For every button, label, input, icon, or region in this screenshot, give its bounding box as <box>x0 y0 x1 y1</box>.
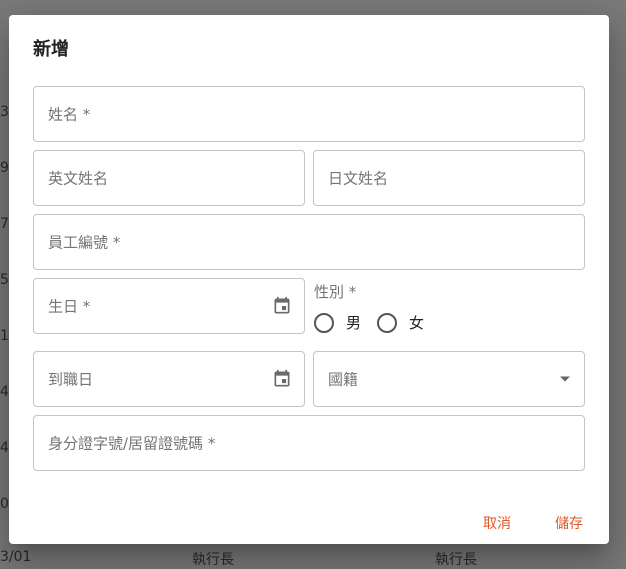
dialog-title: 新增 <box>33 39 69 60</box>
english-name-field[interactable]: 英文姓名 <box>33 150 305 206</box>
name-field[interactable]: 姓名 * <box>33 86 585 142</box>
hire-date-field-label: 到職日 <box>48 370 94 389</box>
radio-male[interactable] <box>314 312 334 333</box>
gender-option-female[interactable]: 女 <box>377 312 424 333</box>
table-cell-title: 執行長 <box>435 552 477 568</box>
gender-option-male-label: 男 <box>346 314 362 332</box>
gender-label: 性別 * <box>314 283 357 301</box>
japanese-name-field[interactable]: 日文姓名 <box>313 150 585 206</box>
table-cell-title: 執行長 <box>192 552 234 568</box>
id-number-field[interactable]: 身分證字號/居留證號碼 * <box>33 415 585 471</box>
gender-option-female-label: 女 <box>409 314 425 332</box>
id-number-field-label: 身分證字號/居留證號碼 * <box>48 434 216 453</box>
nationality-select[interactable]: 國籍 <box>313 351 585 407</box>
radio-female[interactable] <box>377 312 397 333</box>
calendar-icon[interactable] <box>272 369 292 389</box>
english-name-field-label: 英文姓名 <box>48 169 109 188</box>
gender-option-male[interactable]: 男 <box>314 312 361 333</box>
employee-id-field[interactable]: 員工編號 * <box>33 214 585 270</box>
japanese-name-field-label: 日文姓名 <box>328 169 389 188</box>
name-field-label: 姓名 * <box>48 105 91 124</box>
hire-date-field[interactable]: 到職日 <box>33 351 305 407</box>
birthday-field-label: 生日 * <box>48 297 91 316</box>
cancel-button[interactable]: 取消 <box>479 509 515 537</box>
caret-down-icon <box>560 376 570 382</box>
save-button[interactable]: 儲存 <box>551 509 587 537</box>
add-dialog: 新增 姓名 * 英文姓名 日文姓名 員工編號 * 生日 * 性別 * 男 女 到… <box>9 15 609 544</box>
employee-id-field-label: 員工編號 * <box>48 233 121 252</box>
birthday-field[interactable]: 生日 * <box>33 278 305 334</box>
table-cell-date: 3/01 <box>0 549 32 565</box>
calendar-icon[interactable] <box>272 296 292 316</box>
nationality-select-label: 國籍 <box>328 370 359 389</box>
